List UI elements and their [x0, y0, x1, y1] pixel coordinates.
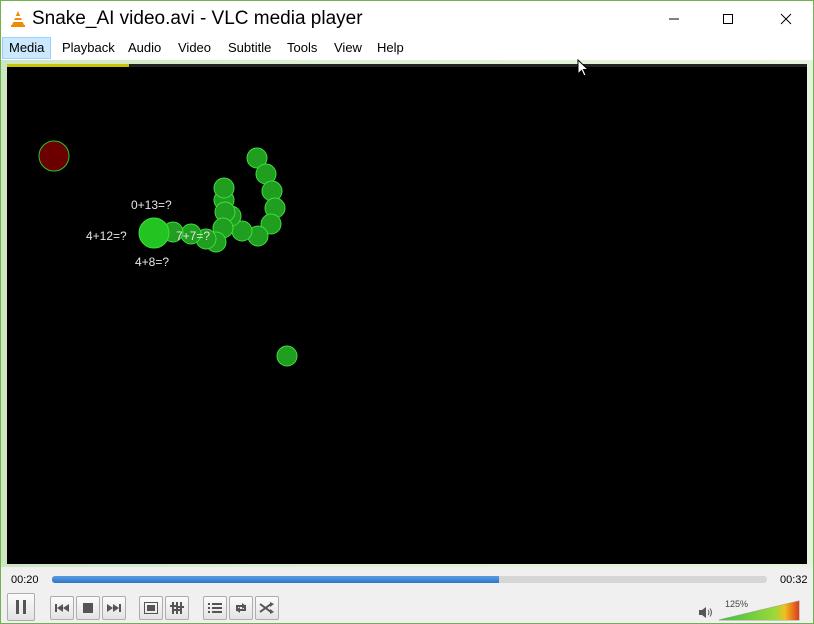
menu-media[interactable]: Media [2, 37, 52, 59]
playlist-button[interactable] [203, 596, 227, 620]
maximize-icon [723, 14, 733, 24]
minimize-icon [669, 18, 679, 20]
extended-settings-button[interactable] [165, 596, 189, 620]
seek-bar[interactable] [52, 576, 767, 583]
volume-slider[interactable] [719, 599, 801, 621]
shuffle-icon [259, 602, 274, 614]
loop-icon [236, 603, 246, 613]
total-time: 00:32 [780, 574, 808, 586]
fullscreen-icon [144, 602, 158, 614]
previous-button[interactable] [50, 596, 74, 620]
fullscreen-button[interactable] [139, 596, 163, 620]
loop-button[interactable] [229, 596, 253, 620]
mouse-cursor-icon [577, 59, 590, 77]
menu-help[interactable]: Help [371, 37, 410, 59]
vlc-window: Snake_AI video.avi - VLC media player Me… [0, 0, 814, 624]
controls-bar: 125% [1, 591, 813, 624]
previous-icon [55, 604, 69, 612]
speaker-icon[interactable] [698, 606, 714, 620]
snake-head [138, 217, 170, 249]
snake-game-scene [38, 140, 298, 367]
maximize-button[interactable] [705, 1, 751, 37]
menu-video[interactable]: Video [172, 37, 217, 59]
seek-bar-fill [52, 576, 499, 583]
playlist-icon [208, 603, 222, 613]
vlc-cone-icon [11, 11, 25, 27]
window-title: Snake_AI video.avi - VLC media player [32, 8, 363, 29]
elapsed-time: 00:20 [11, 574, 39, 586]
pellet-circle [276, 345, 298, 367]
video-canvas[interactable]: 0+13=? 4+12=? 7+7=? 4+8=? [7, 67, 807, 564]
video-frame: 0+13=? 4+12=? 7+7=? 4+8=? [1, 59, 813, 567]
equation-label: 4+12=? [86, 229, 127, 243]
menu-bar: Media Playback Audio Video Subtitle Tool… [1, 37, 813, 60]
extended-settings-icon [170, 602, 184, 614]
minimize-button[interactable] [651, 1, 697, 37]
close-button[interactable] [763, 1, 809, 37]
stop-icon [83, 603, 93, 613]
menu-subtitle[interactable]: Subtitle [222, 37, 277, 59]
equation-label: 0+13=? [131, 198, 172, 212]
equation-label: 4+8=? [135, 255, 170, 269]
title-bar: Snake_AI video.avi - VLC media player [1, 1, 813, 37]
shuffle-button[interactable] [255, 596, 279, 620]
equation-label: 7+7=? [176, 229, 211, 243]
menu-tools[interactable]: Tools [281, 37, 323, 59]
next-icon [107, 604, 121, 612]
next-button[interactable] [102, 596, 126, 620]
close-icon [780, 13, 792, 25]
menu-audio[interactable]: Audio [122, 37, 167, 59]
menu-view[interactable]: View [328, 37, 368, 59]
pause-icon [16, 600, 26, 614]
pause-button[interactable] [7, 593, 35, 621]
stop-button[interactable] [76, 596, 100, 620]
menu-playback[interactable]: Playback [56, 37, 121, 59]
seek-row: 00:20 00:32 [1, 567, 813, 591]
food-circle [38, 140, 70, 172]
